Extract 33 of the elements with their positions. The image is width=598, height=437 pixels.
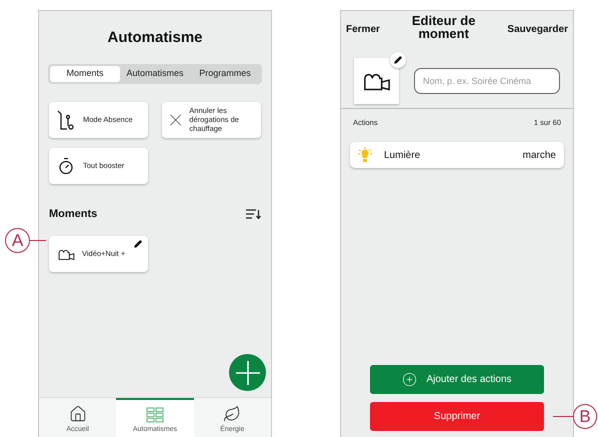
screen-title: Editeur de moment (410, 14, 476, 40)
callout-marker: A (5, 228, 30, 253)
leaf-icon (223, 404, 242, 422)
plus-circle-icon (402, 372, 418, 387)
segment-tab[interactable]: Automatismes (120, 66, 190, 82)
save-link[interactable]: Sauvegarder (507, 22, 568, 37)
home-icon (68, 404, 87, 422)
plus-icon (236, 360, 260, 384)
lightbulb-icon (358, 147, 372, 164)
stopwatch-icon (57, 156, 75, 174)
sort-icon[interactable] (246, 208, 261, 219)
section-heading: Moments (49, 206, 98, 222)
add-fab[interactable] (229, 354, 266, 391)
callout-marker: B (573, 404, 597, 429)
leader-line (553, 416, 573, 417)
screen-title: Automatisme (106, 28, 204, 48)
action-state: marche (522, 148, 556, 163)
delete-button[interactable]: Supprimer (370, 402, 544, 431)
action-name: Lumière (384, 148, 420, 163)
close-link[interactable]: Fermer (346, 22, 380, 37)
icon-tile[interactable] (354, 58, 399, 104)
segment-tab[interactable]: Moments (50, 66, 120, 82)
name-input-field[interactable]: Nom, p. ex. Soirée Cinéma (414, 68, 560, 94)
pencil-icon[interactable] (134, 240, 142, 248)
grid-icon (146, 406, 164, 422)
leader-line (30, 240, 46, 241)
door-person-icon (57, 108, 75, 130)
action-row[interactable]: Lumière marche (350, 142, 564, 168)
add-actions-button[interactable]: Ajouter des actions (370, 365, 544, 394)
edit-badge[interactable] (390, 52, 406, 68)
pencil-icon (394, 56, 402, 64)
segment-tab[interactable]: Programmes (190, 66, 260, 82)
movie-camera-icon (58, 247, 75, 261)
